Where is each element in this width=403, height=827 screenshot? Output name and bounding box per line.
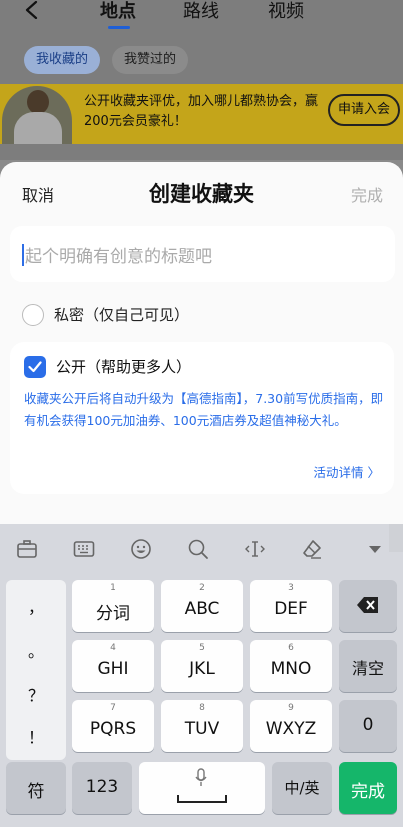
symbol-question[interactable]: ？	[6, 682, 66, 706]
key-3[interactable]: 3 DEF	[250, 580, 332, 632]
symbol-comma[interactable]: ，	[6, 594, 66, 618]
cursor-icon[interactable]	[244, 538, 266, 560]
done-button[interactable]: 完成	[351, 182, 383, 206]
key-7[interactable]: 7 PQRS	[72, 700, 154, 752]
filter-my-likes[interactable]: 我赞过的	[112, 46, 189, 74]
tab-routes[interactable]: 路线	[183, 0, 219, 23]
title-placeholder: 起个明确有创意的标题吧	[25, 247, 212, 267]
key-1[interactable]: 1 分词	[72, 580, 154, 632]
symbol-key[interactable]: 符	[6, 762, 66, 814]
sheet-title: 创建收藏夹	[149, 182, 254, 206]
clear-key[interactable]: 清空	[339, 640, 397, 692]
tab-places[interactable]: 地点	[100, 0, 136, 23]
key-8[interactable]: 8 TUV	[161, 700, 243, 752]
emoji-icon[interactable]	[130, 538, 152, 560]
banner-text: 公开收藏夹评优，加入哪儿都熟协会，赢200元会员豪礼！	[84, 94, 319, 129]
symbol-panel[interactable]: ， 。 ？ ！	[6, 580, 66, 760]
briefcase-icon[interactable]	[16, 538, 38, 560]
key-4[interactable]: 4 GHI	[72, 640, 154, 692]
language-switch-key[interactable]: 中/英	[272, 762, 332, 814]
private-checkbox[interactable]	[22, 304, 44, 326]
key-2[interactable]: 2 ABC	[161, 580, 243, 632]
done-key[interactable]: 完成	[339, 762, 397, 814]
keyboard-icon[interactable]	[73, 538, 95, 560]
symbol-period[interactable]: 。	[6, 638, 66, 662]
keyboard: ， 。 ？ ！ 1 分词 2 ABC 3 DEF 4 GHI 5 JKL 6 M…	[0, 524, 403, 827]
public-checkbox[interactable]	[24, 356, 46, 378]
apply-join-button[interactable]: 申请入会	[328, 94, 400, 126]
private-label: 私密（仅自己可见）	[54, 306, 190, 324]
symbol-exclaim[interactable]: ！	[6, 724, 66, 748]
key-9[interactable]: 9 WXYZ	[250, 700, 332, 752]
backspace-icon	[357, 597, 378, 613]
search-icon[interactable]	[187, 538, 209, 560]
keyboard-toolbar	[0, 524, 403, 572]
space-bar-icon	[177, 795, 227, 803]
text-caret	[22, 244, 24, 266]
key-0[interactable]: 0	[339, 700, 397, 752]
number-key[interactable]: 123	[72, 762, 132, 814]
clear-format-icon[interactable]	[301, 538, 323, 560]
background-page: 地点 路线 视频 我收藏的 我赞过的 公开收藏夹评优，加入哪儿都熟协会，赢200…	[0, 0, 403, 160]
keyboard-logo	[389, 524, 403, 552]
public-description: 收藏夹公开后将自动升级为【高德指南】，7.30前写优质指南，即有机会获得100元…	[24, 391, 384, 428]
back-arrow-icon[interactable]	[24, 1, 42, 19]
backspace-key[interactable]	[339, 580, 397, 632]
promo-banner[interactable]: 公开收藏夹评优，加入哪儿都熟协会，赢200元会员豪礼！ 申请入会	[0, 84, 403, 144]
public-label: 公开（帮助更多人）	[56, 358, 192, 376]
banner-avatar	[2, 86, 72, 144]
public-option-card[interactable]: 公开（帮助更多人） 收藏夹公开后将自动升级为【高德指南】，7.30前写优质指南，…	[10, 342, 394, 494]
collapse-keyboard-icon[interactable]	[364, 538, 386, 560]
key-5[interactable]: 5 JKL	[161, 640, 243, 692]
filter-my-collections[interactable]: 我收藏的	[24, 46, 101, 74]
microphone-icon	[195, 768, 207, 786]
active-tab-indicator	[108, 26, 130, 29]
key-6[interactable]: 6 MNO	[250, 640, 332, 692]
create-folder-sheet: 取消 创建收藏夹 完成 起个明确有创意的标题吧 私密（仅自己可见） 公开（帮助更…	[0, 162, 403, 524]
tab-videos[interactable]: 视频	[268, 0, 304, 23]
activity-details-link[interactable]: 活动详情 〉	[314, 462, 380, 481]
top-nav: 地点 路线 视频	[0, 0, 403, 36]
space-key[interactable]	[139, 762, 265, 814]
checkmark-icon	[28, 361, 42, 373]
